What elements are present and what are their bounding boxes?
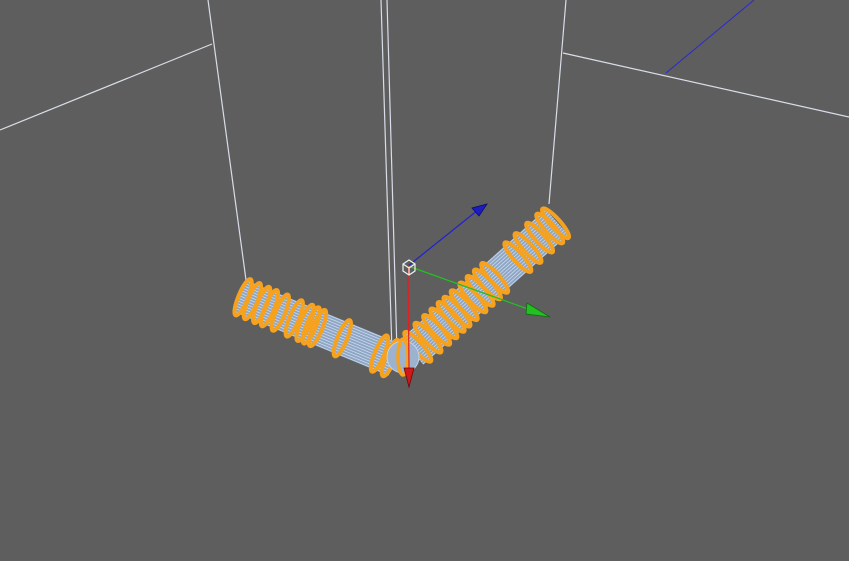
bent-pipe-mesh[interactable] bbox=[231, 206, 572, 379]
scene-axis-line bbox=[665, 0, 755, 74]
3d-viewport[interactable] bbox=[0, 0, 849, 561]
scene-edges bbox=[0, 0, 849, 353]
wall-edge-left bbox=[207, 0, 247, 281]
z-axis-line[interactable] bbox=[407, 209, 479, 267]
wall-edge-center-a bbox=[380, 0, 393, 353]
floor-edge-left bbox=[0, 43, 213, 131]
y-axis-arrow-icon[interactable] bbox=[525, 302, 551, 318]
z-axis-arrow-icon[interactable] bbox=[471, 203, 488, 217]
wall-edge-center-b bbox=[386, 0, 398, 353]
x-axis-arrow-icon[interactable] bbox=[403, 367, 415, 389]
floor-edge-right bbox=[562, 52, 849, 118]
wall-edge-right bbox=[548, 0, 567, 205]
